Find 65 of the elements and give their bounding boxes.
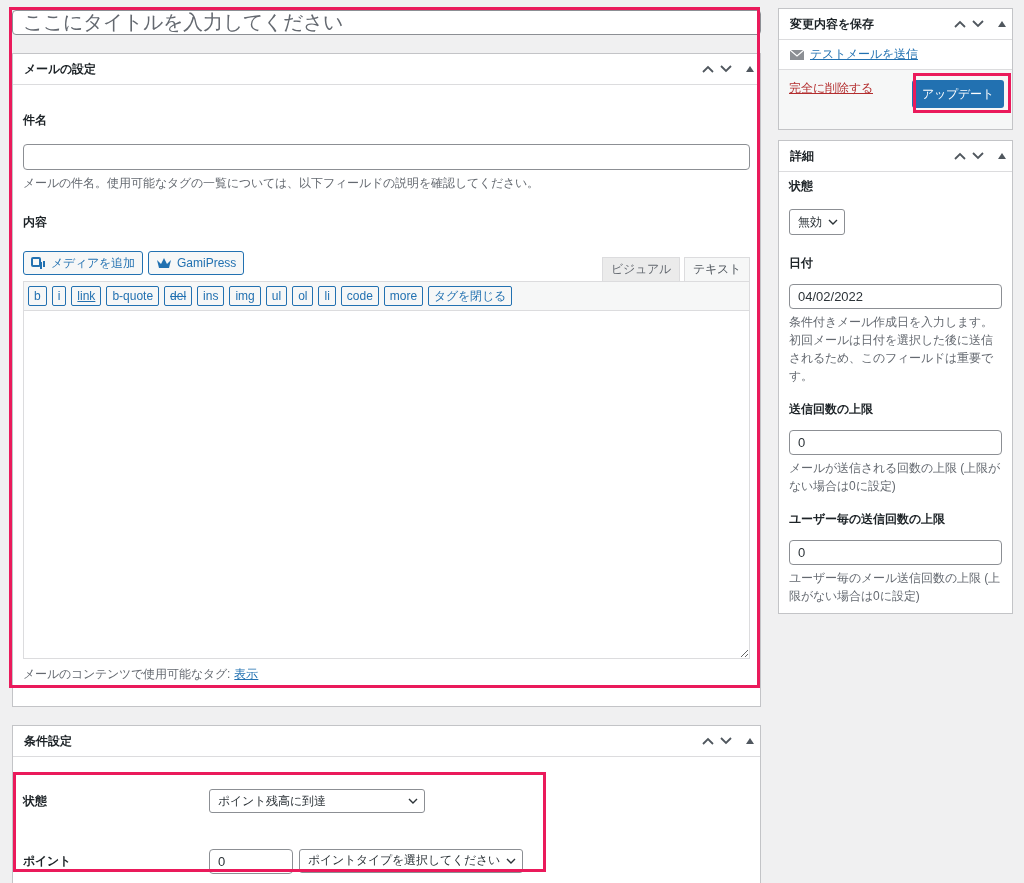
field-label: 送信回数の上限 xyxy=(789,401,874,418)
delete-link[interactable]: 完全に削除する xyxy=(789,80,873,97)
chevron-up-icon[interactable] xyxy=(954,152,966,160)
chevron-down-icon[interactable] xyxy=(720,65,732,73)
field-label: 状態 xyxy=(789,178,814,195)
show-tags-link[interactable]: 表示 xyxy=(234,665,259,683)
content-label: 内容 xyxy=(23,214,48,231)
text-field[interactable]: 0 xyxy=(789,540,1002,565)
quicktag-button[interactable]: li xyxy=(318,286,336,306)
quicktag-button[interactable]: link xyxy=(71,286,102,306)
collapse-triangle-icon[interactable] xyxy=(998,153,1006,159)
collapse-triangle-icon[interactable] xyxy=(746,738,754,744)
quicktag-button[interactable]: ol xyxy=(292,286,314,306)
panel-title: メールの設定 xyxy=(24,60,96,78)
chevron-up-icon[interactable] xyxy=(954,20,966,28)
caret-icon xyxy=(828,219,838,225)
update-button[interactable]: アップデート xyxy=(912,80,1004,108)
media-icon xyxy=(31,256,46,270)
subject-field[interactable] xyxy=(23,144,750,170)
quicktag-button[interactable]: ins xyxy=(197,286,225,306)
chevron-down-icon[interactable] xyxy=(972,20,984,28)
subject-help-text: メールの件名。使用可能なタグの一覧については、以下フィールドの説明を確認してください。 xyxy=(23,175,540,192)
add-media-button[interactable]: メディアを追加 xyxy=(23,251,143,275)
editor-tab[interactable]: テキスト xyxy=(684,257,750,281)
points-field[interactable]: 0 xyxy=(209,848,293,874)
status-select[interactable]: 無効 xyxy=(789,209,845,235)
quicktag-button[interactable]: b-quote xyxy=(106,286,160,306)
chevron-down-icon[interactable] xyxy=(972,152,984,160)
quicktag-button[interactable]: ul xyxy=(265,286,288,306)
editor-tab[interactable]: ビジュアル xyxy=(602,257,680,281)
field-label: 日付 xyxy=(789,255,814,272)
tags-text: メールのコンテンツで使用可能なタグ: xyxy=(23,666,231,683)
field-help-text: メールが送信される回数の上限 (上限がない場合は0に設定) xyxy=(789,460,1002,495)
quicktag-button[interactable]: b xyxy=(28,286,47,306)
send-test-mail-link[interactable]: テストメールを送信 xyxy=(810,46,918,63)
quicktag-button[interactable]: タグを閉じる xyxy=(428,286,513,306)
quicktag-button[interactable]: i xyxy=(51,286,67,306)
text-field[interactable]: 04/02/2022 xyxy=(789,284,1002,309)
collapse-triangle-icon[interactable] xyxy=(746,66,754,72)
quicktag-button[interactable]: del xyxy=(164,286,193,306)
field-help-text: 条件付きメール作成日を入力します。初回メールは日付を選択した後に送信されるため、このフィールドは重要です。 xyxy=(789,314,994,385)
envelope-icon xyxy=(790,49,804,60)
chevron-down-icon[interactable] xyxy=(720,737,732,745)
collapse-triangle-icon[interactable] xyxy=(998,21,1006,27)
condition-select[interactable]: ポイント残高に到達 xyxy=(209,789,425,813)
point-type-select[interactable]: ポイントタイプを選択してください xyxy=(299,848,523,873)
panel-title: 条件設定 xyxy=(24,732,72,750)
quicktag-button[interactable]: img xyxy=(229,286,261,306)
condition-label: ポイント xyxy=(23,852,72,870)
caret-icon xyxy=(408,798,418,804)
quicktag-button[interactable]: more xyxy=(383,286,424,306)
crown-icon xyxy=(156,257,172,269)
condition-label: 状態 xyxy=(23,792,48,810)
panel-title: 変更内容を保存 xyxy=(790,15,874,33)
plugin-button[interactable]: GamiPress xyxy=(148,251,245,275)
quicktag-button[interactable]: code xyxy=(340,286,379,306)
chevron-up-icon[interactable] xyxy=(702,737,714,745)
title-field[interactable]: ここにタイトルを入力してください xyxy=(12,10,761,35)
panel-title: 詳細 xyxy=(790,147,814,165)
field-help-text: ユーザー毎のメール送信回数の上限 (上限がない場合は0に設定) xyxy=(789,570,1002,605)
text-field[interactable]: 0 xyxy=(789,430,1002,455)
field-label: ユーザー毎の送信回数の上限 xyxy=(789,511,946,528)
subject-label: 件名 xyxy=(23,112,48,129)
chevron-up-icon[interactable] xyxy=(702,65,714,73)
caret-icon xyxy=(506,857,516,864)
